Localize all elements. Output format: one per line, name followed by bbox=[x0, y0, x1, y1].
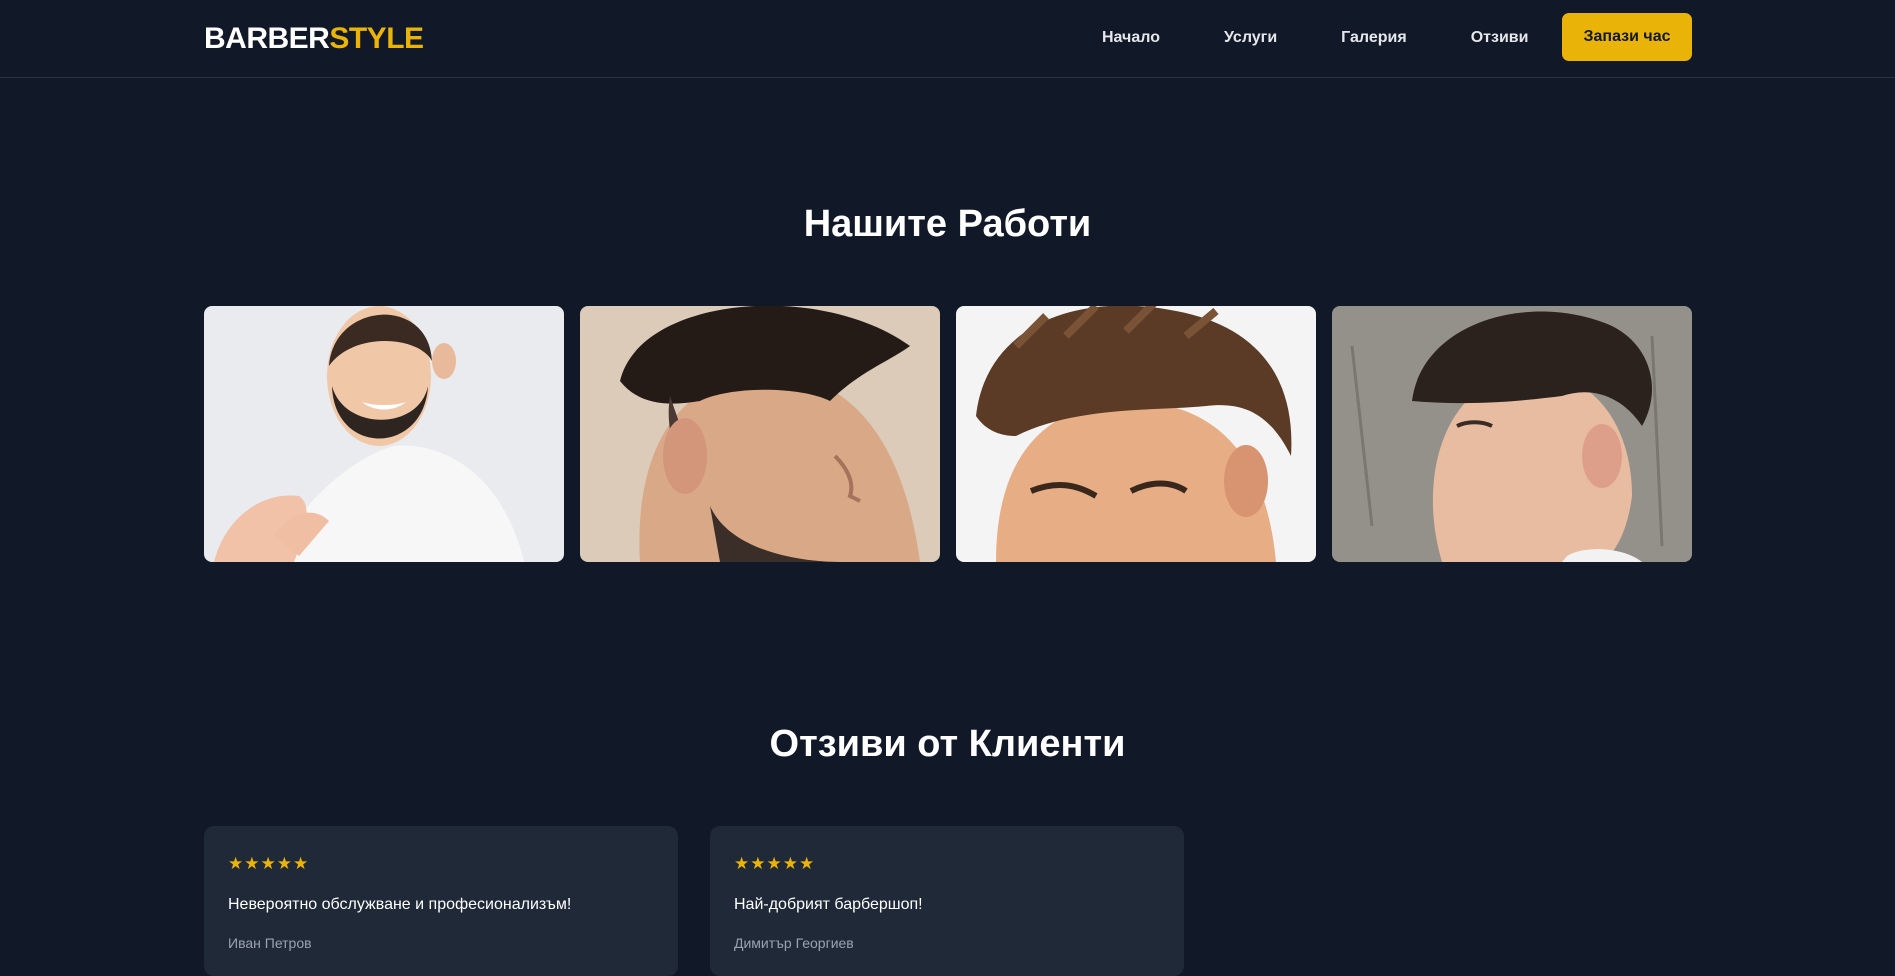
review-text: Невероятно обслужване и професионализъм! bbox=[228, 896, 572, 913]
navbar: BARBERSTYLE Начало Услуги Галерия Отзиви… bbox=[0, 0, 1895, 78]
star-rating-icon: ★★★★★ bbox=[734, 854, 816, 873]
nav-link-gallery[interactable]: Галерия bbox=[1341, 26, 1407, 50]
logo-text-style: STYLE bbox=[329, 22, 424, 55]
nav-link-home[interactable]: Начало bbox=[1102, 26, 1160, 50]
reviews-title: Отзиви от Клиенти bbox=[769, 723, 1126, 765]
review-card: ★★★★★ Невероятно обслужване и професиона… bbox=[204, 826, 678, 976]
logo-text-barber: BARBER bbox=[204, 22, 330, 55]
book-appointment-button[interactable]: Запази час bbox=[1562, 13, 1692, 61]
smiling-bearded-man-photo[interactable] bbox=[204, 306, 564, 562]
review-author: Иван Петров bbox=[228, 935, 312, 951]
gallery-grid bbox=[204, 306, 1692, 562]
review-author: Димитър Георгиев bbox=[734, 935, 854, 951]
main-nav: Начало Услуги Галерия Отзиви bbox=[1102, 26, 1528, 50]
review-text: Най-добрият барбершоп! bbox=[734, 896, 923, 913]
review-card: ★★★★★ Най-добрият барбершоп! Димитър Гео… bbox=[710, 826, 1184, 976]
star-rating-icon: ★★★★★ bbox=[228, 854, 310, 873]
mid-fade-profile-photo[interactable] bbox=[1332, 306, 1692, 562]
nav-link-services[interactable]: Услуги bbox=[1224, 26, 1277, 50]
logo[interactable]: BARBERSTYLE bbox=[204, 22, 424, 56]
gallery-title: Нашите Работи bbox=[803, 203, 1092, 245]
nav-link-reviews[interactable]: Отзиви bbox=[1471, 26, 1529, 50]
fade-haircut-side-photo[interactable] bbox=[580, 306, 940, 562]
textured-crop-haircut-photo[interactable] bbox=[956, 306, 1316, 562]
